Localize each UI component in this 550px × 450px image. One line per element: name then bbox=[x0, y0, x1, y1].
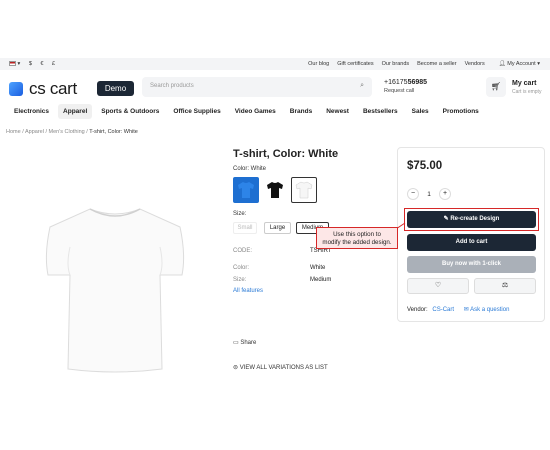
nav-item-office-supplies[interactable]: Office Supplies bbox=[168, 104, 225, 119]
add-to-cart-button[interactable]: Add to cart bbox=[407, 234, 536, 251]
breadcrumb-home[interactable]: Home bbox=[6, 129, 21, 135]
phone-prefix: +16175 bbox=[384, 79, 408, 86]
qty-decrease-button[interactable]: − bbox=[407, 188, 419, 200]
search-input[interactable]: Search products ⌕ bbox=[142, 77, 372, 97]
qty-increase-button[interactable]: + bbox=[439, 188, 451, 200]
nav-item-sales[interactable]: Sales bbox=[407, 104, 434, 119]
currency-usd[interactable]: $ bbox=[29, 61, 32, 67]
chevron-down-icon: ▾ bbox=[537, 61, 540, 67]
tooltip-line-1: Use this option to bbox=[333, 231, 381, 238]
link-become-seller[interactable]: Become a seller bbox=[417, 61, 456, 67]
view-variations-label: VIEW ALL VARIATIONS AS LIST bbox=[239, 365, 328, 371]
demo-badge: Demo bbox=[97, 81, 134, 96]
top-bar: ▾ $ € £ Our blog Gift certificates Our b… bbox=[0, 58, 550, 70]
phone-number: +1617556985 bbox=[384, 79, 427, 86]
ask-question-label: Ask a question bbox=[470, 307, 510, 313]
chevron-down-icon: ▾ bbox=[17, 61, 21, 67]
flag-us-icon[interactable] bbox=[9, 61, 16, 67]
cart-status: Cart is empty bbox=[512, 89, 542, 95]
view-variations-link[interactable]: ⊜ VIEW ALL VARIATIONS AS LIST bbox=[233, 364, 328, 371]
chat-icon: ✉︎ bbox=[463, 307, 469, 313]
request-call-link[interactable]: Request call bbox=[384, 88, 414, 94]
all-features-link[interactable]: All features bbox=[233, 288, 263, 294]
size-label: Size: bbox=[233, 211, 247, 217]
breadcrumb-separator: / bbox=[45, 129, 47, 135]
highlight-box bbox=[404, 208, 539, 231]
vendor-label: Vendor: bbox=[407, 307, 428, 313]
tshirt-icon bbox=[238, 182, 254, 198]
user-icon: 👤︎ bbox=[498, 61, 506, 67]
share-label: Share bbox=[240, 340, 257, 346]
swatch-white-selected[interactable] bbox=[291, 177, 317, 203]
main-nav: Electronics Apparel Sports & Outdoors Of… bbox=[9, 104, 484, 119]
my-cart-title[interactable]: My cart bbox=[512, 80, 537, 87]
nav-item-promotions[interactable]: Promotions bbox=[438, 104, 484, 119]
tshirt-icon bbox=[267, 182, 283, 198]
tshirt-icon bbox=[295, 181, 313, 199]
color-field-value: White bbox=[310, 265, 326, 271]
breadcrumb-separator: / bbox=[22, 129, 24, 135]
currency-eur[interactable]: € bbox=[40, 61, 43, 67]
swatch-blue[interactable] bbox=[233, 177, 259, 203]
ask-question-link[interactable]: ✉︎ Ask a question bbox=[464, 307, 510, 313]
breadcrumb-current: T-shirt, Color: White bbox=[89, 129, 138, 135]
product-title: T-shirt, Color: White bbox=[233, 148, 339, 160]
size-field-label: Size: bbox=[233, 277, 247, 283]
breadcrumb-mens-clothing[interactable]: Men's Clothing bbox=[49, 129, 85, 135]
logo-icon bbox=[9, 82, 23, 96]
vendor-info: Vendor: CS-Cart ✉︎ Ask a question bbox=[407, 306, 509, 313]
tooltip-line-2: modify the added design. bbox=[322, 239, 392, 246]
color-field-label: Color: bbox=[233, 265, 250, 271]
swatch-black[interactable] bbox=[262, 177, 288, 203]
breadcrumb: Home / Apparel / Men's Clothing / T-shir… bbox=[6, 129, 138, 135]
compare-button[interactable]: ⚖︎ bbox=[474, 278, 536, 294]
qty-value[interactable]: 1 bbox=[427, 191, 431, 198]
my-account-label: My Account bbox=[507, 61, 536, 67]
size-large-option[interactable]: Large bbox=[264, 222, 291, 234]
code-label: CODE: bbox=[233, 248, 253, 254]
link-gift-certificates[interactable]: Gift certificates bbox=[337, 61, 373, 67]
nav-item-electronics[interactable]: Electronics bbox=[9, 104, 54, 119]
nav-item-apparel[interactable]: Apparel bbox=[58, 104, 93, 119]
search-placeholder: Search products bbox=[150, 83, 194, 89]
nav-item-video-games[interactable]: Video Games bbox=[230, 104, 281, 119]
list-icon: ⊜ bbox=[233, 365, 239, 371]
share-button[interactable]: ▭ Share bbox=[233, 339, 256, 346]
color-label: Color: White bbox=[233, 166, 267, 172]
nav-item-sports-outdoors[interactable]: Sports & Outdoors bbox=[96, 104, 164, 119]
heart-icon: ♡ bbox=[434, 282, 442, 289]
vendor-link[interactable]: CS-Cart bbox=[432, 307, 454, 313]
site-logo[interactable]: cs cart Demo bbox=[9, 79, 134, 99]
search-icon[interactable]: ⌕ bbox=[360, 82, 364, 90]
locale-currency-switcher[interactable]: ▾ $ € £ bbox=[9, 61, 55, 67]
add-to-wishlist-button[interactable]: ♡ bbox=[407, 278, 469, 294]
link-brands[interactable]: Our brands bbox=[382, 61, 410, 67]
size-small-option[interactable]: Small bbox=[233, 222, 257, 234]
my-account-menu[interactable]: 👤︎ My Account ▾ bbox=[499, 61, 540, 67]
cart-icon[interactable]: 🛒︎ bbox=[486, 77, 506, 97]
currency-gbp[interactable]: £ bbox=[52, 61, 55, 67]
product-image[interactable] bbox=[40, 205, 190, 375]
logo-text: cs cart bbox=[29, 79, 77, 98]
product-price: $75.00 bbox=[407, 160, 443, 172]
nav-item-brands[interactable]: Brands bbox=[285, 104, 317, 119]
compare-icon: ⚖︎ bbox=[501, 282, 509, 289]
buy-now-button[interactable]: Buy now with 1-click bbox=[407, 256, 536, 273]
nav-item-bestsellers[interactable]: Bestsellers bbox=[358, 104, 403, 119]
top-links: Our blog Gift certificates Our brands Be… bbox=[308, 61, 540, 67]
size-field-value: Medium bbox=[310, 277, 332, 283]
link-blog[interactable]: Our blog bbox=[308, 61, 329, 67]
breadcrumb-separator: / bbox=[86, 129, 88, 135]
annotation-tooltip: Use this option to modify the added desi… bbox=[316, 227, 398, 249]
phone-suffix: 56985 bbox=[407, 79, 428, 86]
share-icon: ▭ bbox=[233, 340, 239, 346]
quantity-stepper: − 1 + bbox=[407, 187, 451, 201]
breadcrumb-apparel[interactable]: Apparel bbox=[25, 129, 44, 135]
link-vendors[interactable]: Vendors bbox=[465, 61, 485, 67]
nav-item-newest[interactable]: Newest bbox=[321, 104, 354, 119]
